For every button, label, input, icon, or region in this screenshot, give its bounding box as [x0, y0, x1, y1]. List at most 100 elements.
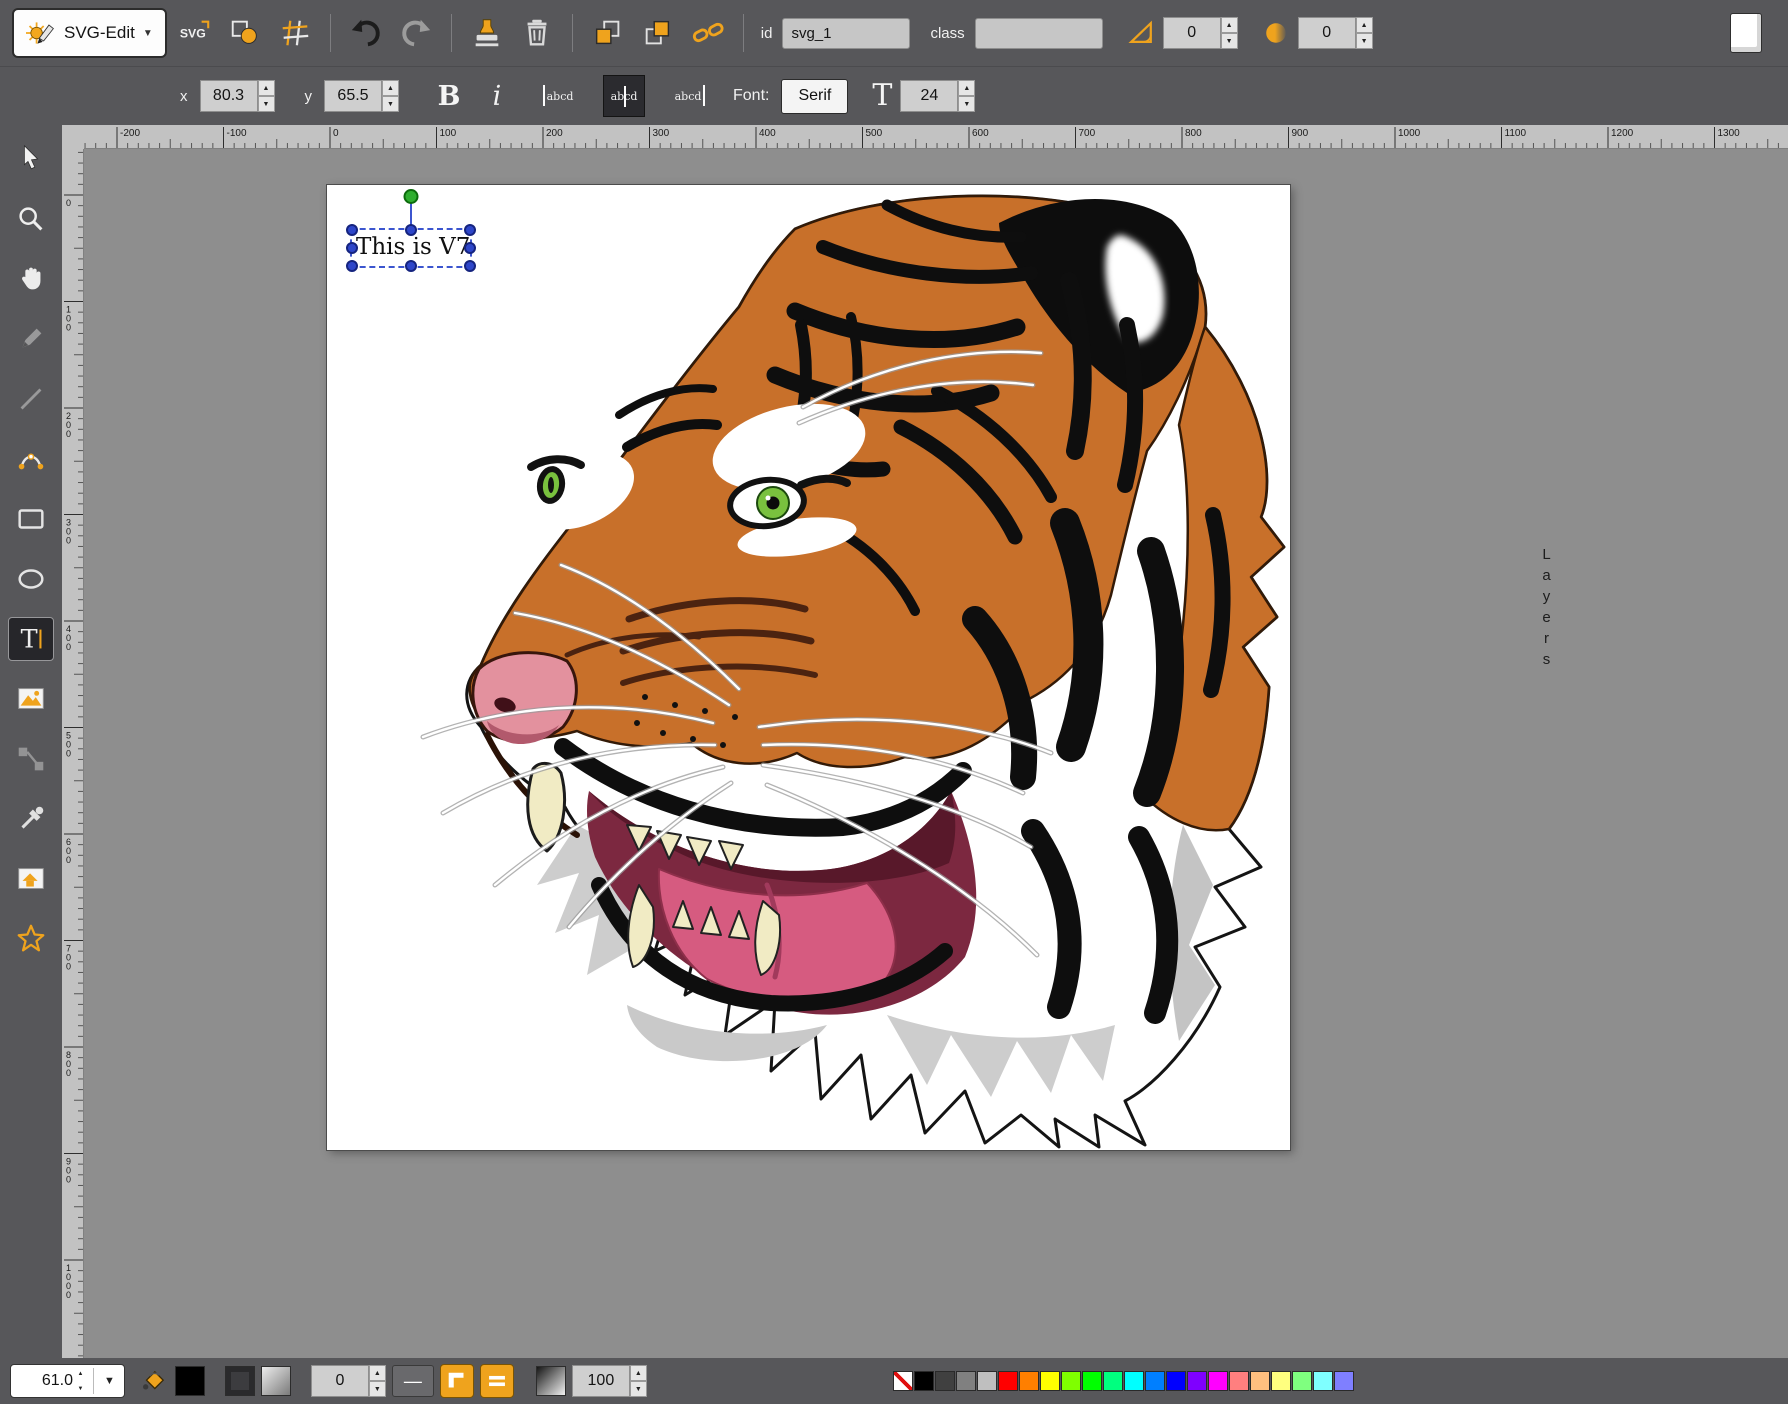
eyedropper-tool[interactable] [8, 797, 54, 841]
palette-swatch[interactable] [1313, 1371, 1333, 1391]
move-to-bottom-button[interactable] [586, 11, 630, 55]
blur-spin-down[interactable]: ▼ [1356, 33, 1373, 49]
element-class-input[interactable] [975, 18, 1103, 49]
delete-button[interactable] [515, 11, 559, 55]
bold-button[interactable]: B [429, 76, 469, 116]
text-anchor-start-button[interactable]: abcd [539, 75, 581, 117]
stroke-width-spin-down[interactable]: ▼ [369, 1381, 386, 1397]
text-anchor-middle-button[interactable]: abcd [603, 75, 645, 117]
wireframe-button[interactable] [223, 11, 267, 55]
palette-swatch[interactable] [914, 1371, 934, 1391]
palette-swatch[interactable] [1082, 1371, 1102, 1391]
grid-button[interactable] [273, 11, 317, 55]
palette-swatch[interactable] [1208, 1371, 1228, 1391]
make-link-button[interactable] [686, 11, 730, 55]
palette-swatch[interactable] [1250, 1371, 1270, 1391]
palette-swatch[interactable] [1019, 1371, 1039, 1391]
palette-swatch[interactable] [1187, 1371, 1207, 1391]
connector-tool[interactable] [8, 737, 54, 781]
selection-handle-ne[interactable] [464, 224, 476, 236]
palette-swatch[interactable] [1040, 1371, 1060, 1391]
stroke-linejoin-button[interactable] [440, 1364, 474, 1398]
stroke-linecap-button[interactable] [480, 1364, 514, 1398]
zoom-dropdown-caret[interactable]: ▼ [99, 1375, 120, 1387]
x-spin-down[interactable]: ▼ [258, 96, 275, 112]
font-size-spin-up[interactable]: ▲ [958, 80, 975, 96]
ellipse-tool[interactable] [8, 557, 54, 601]
select-tool[interactable] [8, 137, 54, 181]
selected-text-element[interactable]: This is V7 [356, 234, 470, 260]
move-to-top-button[interactable] [636, 11, 680, 55]
zoom-spin-up[interactable]: ▲ [73, 1366, 88, 1381]
pan-tool[interactable] [8, 257, 54, 301]
selection-handle-se[interactable] [464, 260, 476, 272]
rect-tool[interactable] [8, 497, 54, 541]
selection-handle-w[interactable] [346, 242, 358, 254]
selection-handle-sw[interactable] [346, 260, 358, 272]
stroke-width-spin-up[interactable]: ▲ [369, 1365, 386, 1381]
text-tool[interactable]: T [8, 617, 54, 661]
palette-swatch[interactable] [998, 1371, 1018, 1391]
image-tool[interactable] [8, 677, 54, 721]
undo-button[interactable] [344, 11, 388, 55]
stroke-dash-button[interactable]: — [392, 1365, 434, 1397]
stroke-width-input[interactable] [311, 1365, 369, 1397]
main-menu-button[interactable]: SVG-Edit ▼ [12, 8, 167, 58]
y-spin-up[interactable]: ▲ [382, 80, 399, 96]
path-tool[interactable] [8, 437, 54, 481]
selection-handle-e[interactable] [464, 242, 476, 254]
angle-spin-down[interactable]: ▼ [1221, 33, 1238, 49]
palette-swatch-none[interactable] [893, 1371, 913, 1391]
palette-swatch[interactable] [1061, 1371, 1081, 1391]
palette-swatch[interactable] [1166, 1371, 1186, 1391]
zoom-spin-down[interactable]: ▼ [73, 1381, 88, 1396]
y-spin-down[interactable]: ▼ [382, 96, 399, 112]
font-size-spin-down[interactable]: ▼ [958, 96, 975, 112]
rotation-handle[interactable] [404, 189, 419, 204]
clone-button[interactable] [465, 11, 509, 55]
angle-spin-up[interactable]: ▲ [1221, 17, 1238, 33]
x-input[interactable] [200, 80, 258, 112]
selection-box[interactable]: This is V7 [350, 228, 472, 268]
opacity-spin-down[interactable]: ▼ [630, 1381, 647, 1397]
palette-swatch[interactable] [1334, 1371, 1354, 1391]
blur-spin-up[interactable]: ▲ [1356, 17, 1373, 33]
selection-handle-n[interactable] [405, 224, 417, 236]
pencil-tool[interactable] [8, 317, 54, 361]
italic-button[interactable]: i [477, 76, 517, 116]
redo-button[interactable] [394, 11, 438, 55]
stroke-gradient-swatch[interactable] [261, 1366, 291, 1396]
palette-swatch[interactable] [1292, 1371, 1312, 1391]
palette-swatch[interactable] [1229, 1371, 1249, 1391]
palette-swatch[interactable] [956, 1371, 976, 1391]
palette-swatch[interactable] [1124, 1371, 1144, 1391]
work-area[interactable]: This is V7 [84, 149, 1788, 1358]
source-editor-button[interactable]: SVG [173, 11, 217, 55]
background-color-swatch[interactable] [1730, 13, 1762, 53]
stroke-color-swatch[interactable] [225, 1366, 255, 1396]
palette-swatch[interactable] [1103, 1371, 1123, 1391]
palette-swatch[interactable] [977, 1371, 997, 1391]
zoom-tool[interactable] [8, 197, 54, 241]
palette-swatch[interactable] [1145, 1371, 1165, 1391]
selection-handle-s[interactable] [405, 260, 417, 272]
palette-swatch[interactable] [935, 1371, 955, 1391]
line-tool[interactable] [8, 377, 54, 421]
opacity-gradient-swatch[interactable] [536, 1366, 566, 1396]
svg-canvas[interactable]: This is V7 [327, 185, 1290, 1150]
y-input[interactable] [324, 80, 382, 112]
canvas-artwork-tiger[interactable] [327, 185, 1290, 1150]
star-tool[interactable] [8, 917, 54, 961]
selection-handle-nw[interactable] [346, 224, 358, 236]
element-id-input[interactable] [782, 18, 910, 49]
opacity-input[interactable] [572, 1365, 630, 1397]
fill-color-swatch[interactable] [175, 1366, 205, 1396]
x-spin-up[interactable]: ▲ [258, 80, 275, 96]
palette-swatch[interactable] [1271, 1371, 1291, 1391]
opacity-spin-up[interactable]: ▲ [630, 1365, 647, 1381]
font-size-input[interactable] [900, 80, 958, 112]
layers-panel-tab[interactable]: Layers [1538, 546, 1555, 672]
text-anchor-end-button[interactable]: abcd [667, 75, 709, 117]
angle-input[interactable] [1163, 17, 1221, 49]
font-family-button[interactable]: Serif [781, 79, 848, 114]
